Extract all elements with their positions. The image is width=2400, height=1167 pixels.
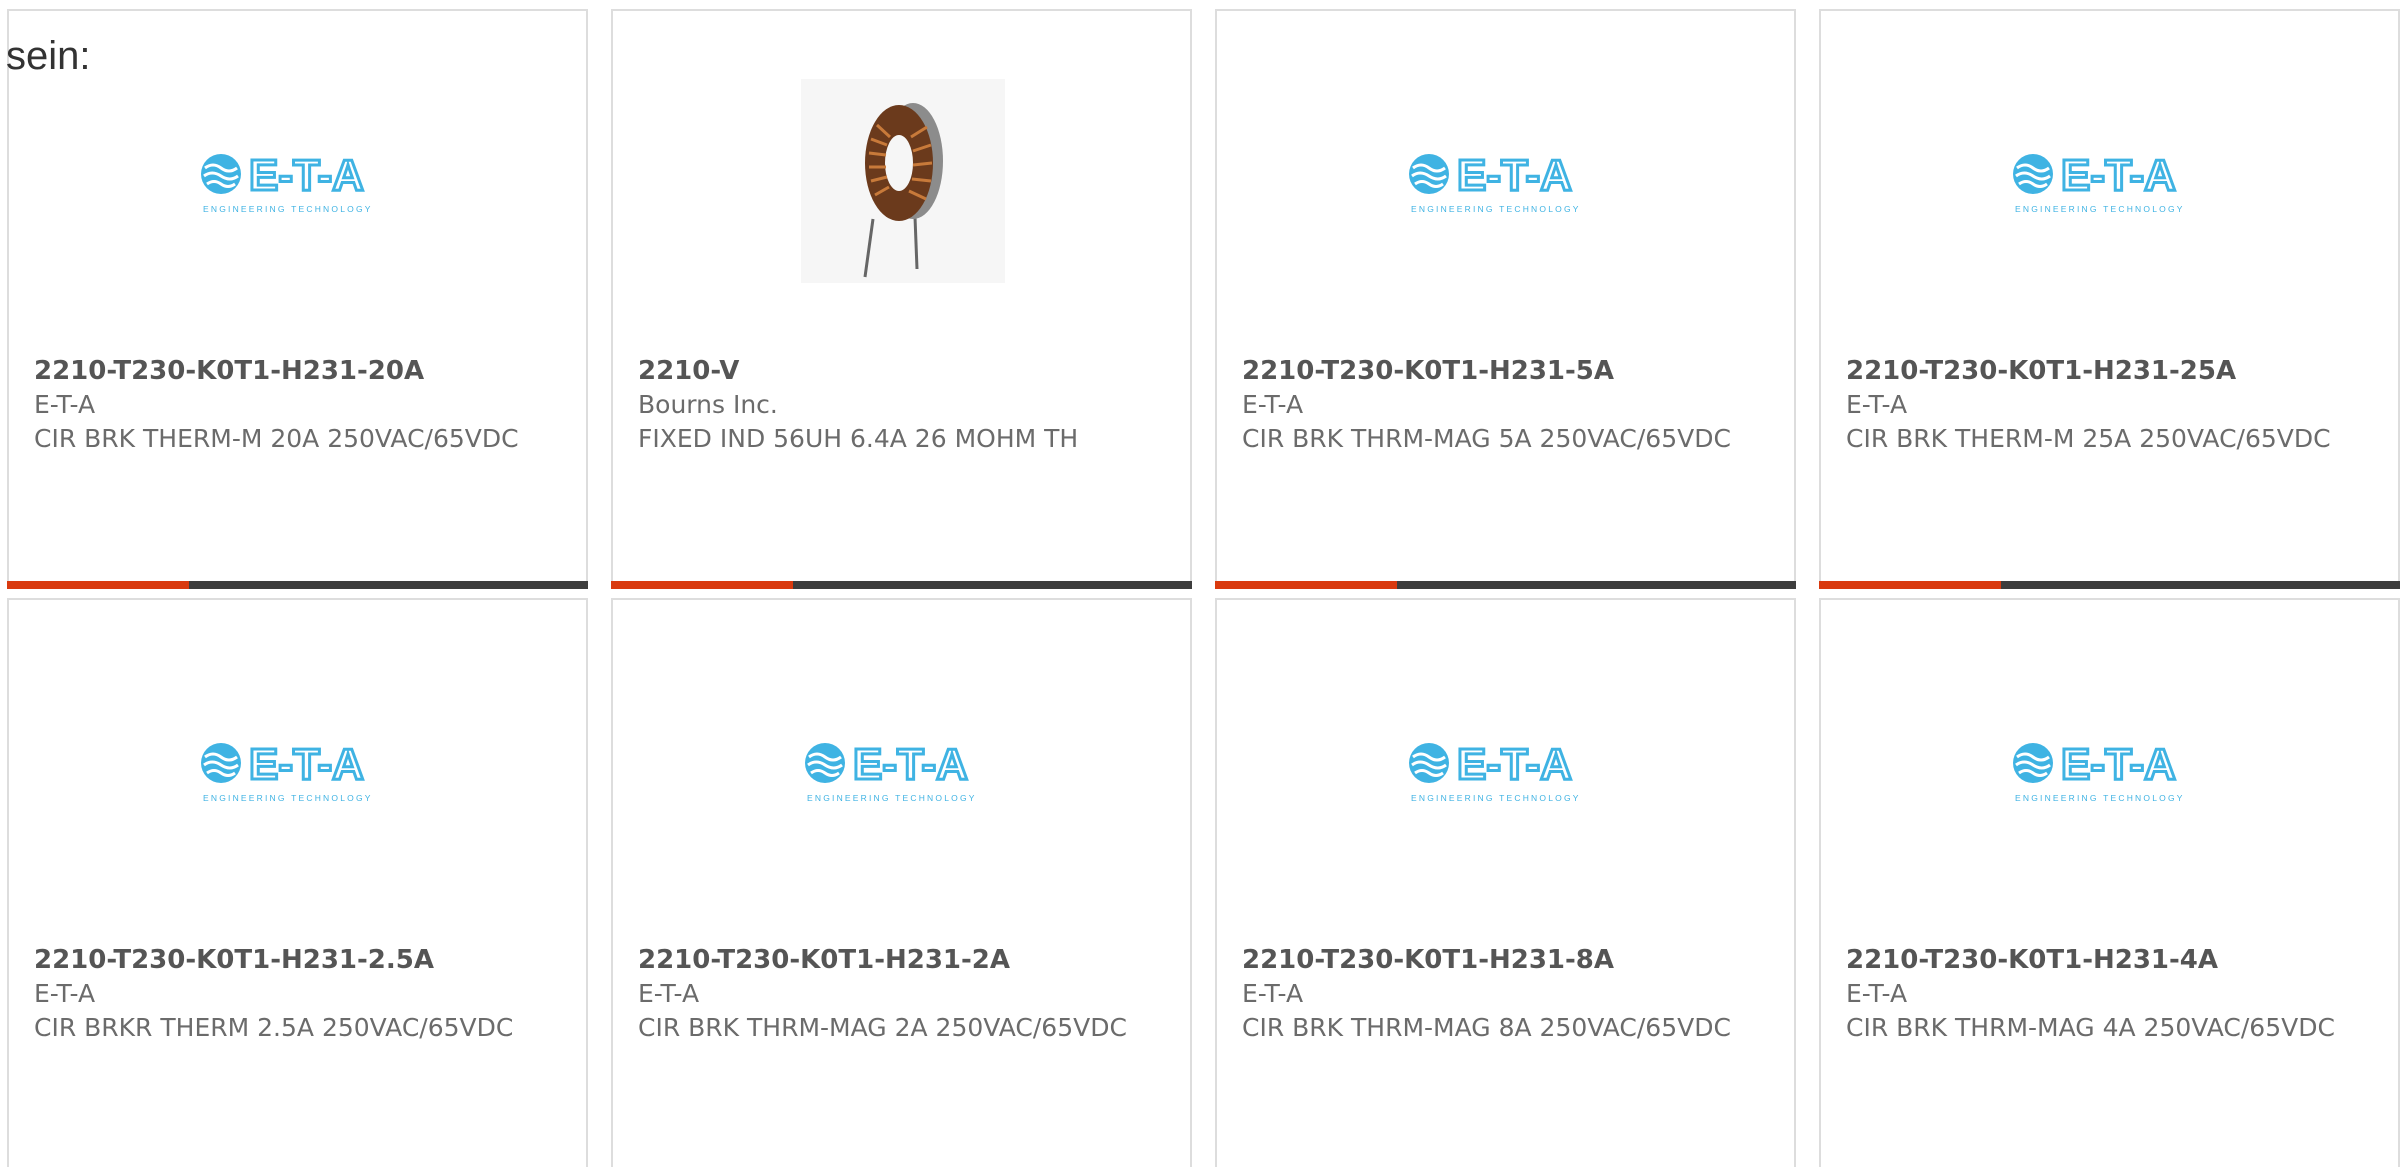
card-footer-bar — [1819, 581, 2400, 589]
eta-wordmark: E-T-A — [853, 740, 968, 789]
product-manufacturer: E-T-A — [1846, 390, 1908, 419]
eta-logo-image: E-T-A ENGINEERING TECHNOLOGY — [2009, 79, 2213, 283]
eta-tagline: ENGINEERING TECHNOLOGY — [1411, 793, 1581, 803]
product-description: CIR BRK THERM-M 25A 250VAC/65VDC — [1846, 424, 2331, 453]
product-info: 2210-T230-K0T1-H231-4A E-T-A CIR BRK THR… — [1846, 943, 2356, 1045]
product-part-number[interactable]: 2210-T230-K0T1-H231-8A — [1242, 943, 1752, 977]
card-footer-bar — [1215, 581, 1796, 589]
product-card[interactable]: E-T-A ENGINEERING TECHNOLOGY 2210-T230-K… — [7, 9, 588, 589]
product-manufacturer: E-T-A — [638, 979, 700, 1008]
product-info: 2210-T230-K0T1-H231-20A E-T-A CIR BRK TH… — [34, 354, 544, 456]
eta-tagline: ENGINEERING TECHNOLOGY — [203, 204, 373, 214]
intro-text: sein: — [6, 34, 91, 78]
product-part-number[interactable]: 2210-T230-K0T1-H231-2.5A — [34, 943, 544, 977]
eta-tagline: ENGINEERING TECHNOLOGY — [1411, 204, 1581, 214]
product-card[interactable]: E-T-A ENGINEERING TECHNOLOGY 2210-T230-K… — [1819, 598, 2400, 1167]
product-manufacturer: E-T-A — [34, 390, 96, 419]
product-manufacturer: E-T-A — [1846, 979, 1908, 1008]
product-description: CIR BRK THRM-MAG 8A 250VAC/65VDC — [1242, 1013, 1731, 1042]
product-info: 2210-T230-K0T1-H231-5A E-T-A CIR BRK THR… — [1242, 354, 1752, 456]
product-description: CIR BRKR THERM 2.5A 250VAC/65VDC — [34, 1013, 514, 1042]
product-description: CIR BRK THRM-MAG 2A 250VAC/65VDC — [638, 1013, 1127, 1042]
product-manufacturer: E-T-A — [1242, 979, 1304, 1008]
product-card[interactable]: E-T-A ENGINEERING TECHNOLOGY 2210-T230-K… — [611, 598, 1192, 1167]
product-info: 2210-T230-K0T1-H231-2.5A E-T-A CIR BRKR … — [34, 943, 544, 1045]
product-part-number[interactable]: 2210-T230-K0T1-H231-5A — [1242, 354, 1752, 388]
product-description: FIXED IND 56UH 6.4A 26 MOHM TH — [638, 424, 1079, 453]
card-footer-bar — [7, 581, 588, 589]
product-description: CIR BRK THRM-MAG 4A 250VAC/65VDC — [1846, 1013, 2335, 1042]
product-card[interactable]: 2210-V Bourns Inc. FIXED IND 56UH 6.4A 2… — [611, 9, 1192, 589]
product-card[interactable]: E-T-A ENGINEERING TECHNOLOGY 2210-T230-K… — [7, 598, 588, 1167]
product-part-number[interactable]: 2210-T230-K0T1-H231-25A — [1846, 354, 2356, 388]
eta-logo-image: E-T-A ENGINEERING TECHNOLOGY — [197, 668, 401, 872]
product-manufacturer: E-T-A — [1242, 390, 1304, 419]
eta-logo-image: E-T-A ENGINEERING TECHNOLOGY — [1405, 668, 1609, 872]
product-info: 2210-V Bourns Inc. FIXED IND 56UH 6.4A 2… — [638, 354, 1148, 456]
product-part-number[interactable]: 2210-T230-K0T1-H231-2A — [638, 943, 1148, 977]
toroid-inductor-image — [801, 79, 1005, 283]
eta-tagline: ENGINEERING TECHNOLOGY — [807, 793, 977, 803]
eta-logo-image: E-T-A ENGINEERING TECHNOLOGY — [2009, 668, 2213, 872]
product-info: 2210-T230-K0T1-H231-25A E-T-A CIR BRK TH… — [1846, 354, 2356, 456]
product-description: CIR BRK THRM-MAG 5A 250VAC/65VDC — [1242, 424, 1731, 453]
eta-wordmark: E-T-A — [2061, 151, 2176, 200]
product-grid-page: sein: E-T-A ENGINEERING TECHNOLOGY 2210-… — [0, 0, 2400, 1167]
product-info: 2210-T230-K0T1-H231-8A E-T-A CIR BRK THR… — [1242, 943, 1752, 1045]
product-description: CIR BRK THERM-M 20A 250VAC/65VDC — [34, 424, 519, 453]
card-footer-bar — [611, 581, 1192, 589]
eta-wordmark: E-T-A — [2061, 740, 2176, 789]
product-part-number[interactable]: 2210-T230-K0T1-H231-4A — [1846, 943, 2356, 977]
eta-wordmark: E-T-A — [249, 740, 364, 789]
eta-logo-image: E-T-A ENGINEERING TECHNOLOGY — [801, 668, 1005, 872]
eta-tagline: ENGINEERING TECHNOLOGY — [203, 793, 373, 803]
product-card[interactable]: E-T-A ENGINEERING TECHNOLOGY 2210-T230-K… — [1819, 9, 2400, 589]
product-info: 2210-T230-K0T1-H231-2A E-T-A CIR BRK THR… — [638, 943, 1148, 1045]
product-part-number[interactable]: 2210-V — [638, 354, 1148, 388]
product-manufacturer: E-T-A — [34, 979, 96, 1008]
eta-tagline: ENGINEERING TECHNOLOGY — [2015, 204, 2185, 214]
product-card[interactable]: E-T-A ENGINEERING TECHNOLOGY 2210-T230-K… — [1215, 9, 1796, 589]
eta-logo-image: E-T-A ENGINEERING TECHNOLOGY — [1405, 79, 1609, 283]
eta-logo-image: E-T-A ENGINEERING TECHNOLOGY — [197, 79, 401, 283]
eta-tagline: ENGINEERING TECHNOLOGY — [2015, 793, 2185, 803]
product-card[interactable]: E-T-A ENGINEERING TECHNOLOGY 2210-T230-K… — [1215, 598, 1796, 1167]
eta-wordmark: E-T-A — [249, 151, 364, 200]
product-manufacturer: Bourns Inc. — [638, 390, 778, 419]
eta-wordmark: E-T-A — [1457, 151, 1572, 200]
product-part-number[interactable]: 2210-T230-K0T1-H231-20A — [34, 354, 544, 388]
eta-wordmark: E-T-A — [1457, 740, 1572, 789]
